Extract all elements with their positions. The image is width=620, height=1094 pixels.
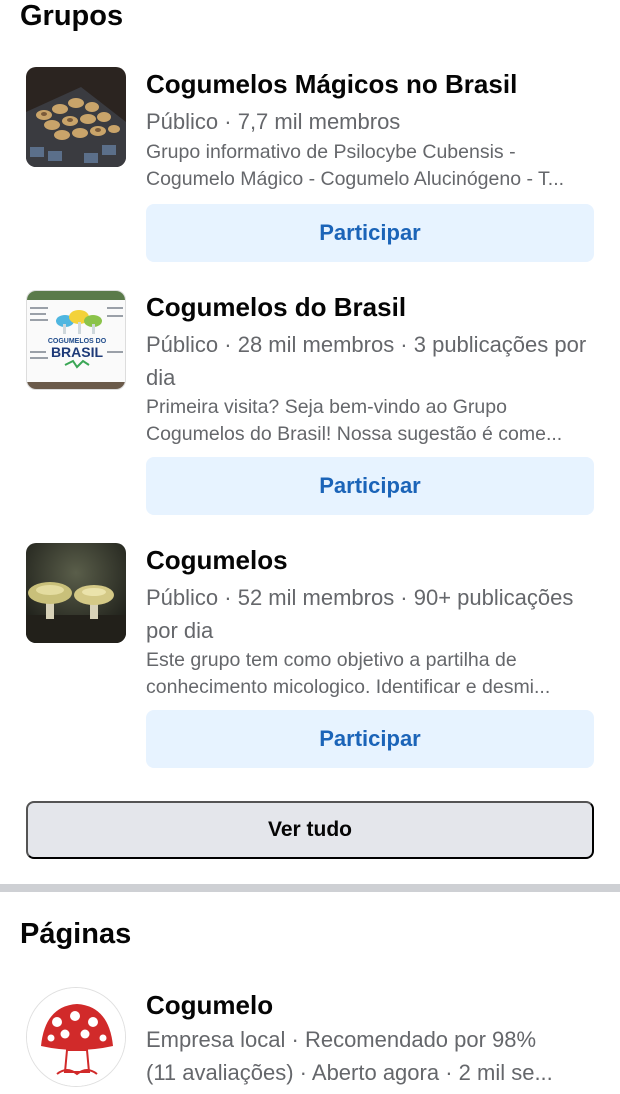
red-mushroom-logo-icon[interactable] (26, 987, 126, 1087)
join-group-button[interactable]: Participar (146, 710, 594, 768)
group-meta: Público · 7,7 mil membros (146, 109, 401, 134)
groups-section-title: Grupos (20, 0, 124, 32)
group-thumbnail-mushroom-tray[interactable] (26, 67, 126, 167)
join-group-button[interactable]: Participar (146, 204, 594, 262)
group-meta: Público · 52 mil membros · 90+ publicaçõ… (146, 585, 574, 643)
group-name[interactable]: Cogumelos (146, 545, 288, 576)
page-item[interactable]: Cogumelo Empresa local · Recomendado por… (0, 985, 620, 1094)
group-item[interactable]: Cogumelos Público · 52 mil membros · 90+… (0, 543, 620, 769)
logo-text-main: BRASIL (51, 344, 104, 360)
section-divider (0, 884, 620, 892)
see-all-groups-button[interactable]: Ver tudo (26, 801, 594, 859)
group-name[interactable]: Cogumelos Mágicos no Brasil (146, 69, 517, 100)
pages-section-title: Páginas (20, 918, 132, 950)
group-meta: Público · 28 mil membros · 3 publicações… (146, 332, 587, 390)
page-meta: Empresa local · Recomendado por 98% (11 … (146, 1027, 553, 1085)
join-group-button[interactable]: Participar (146, 457, 594, 515)
group-description: Grupo informativo de Psilocybe Cubensis … (146, 141, 565, 190)
group-name[interactable]: Cogumelos do Brasil (146, 292, 406, 323)
group-description: Primeira visita? Seja bem-vindo ao Grupo… (146, 396, 563, 445)
group-description: Este grupo tem como objetivo a partilha … (146, 649, 551, 698)
page-name[interactable]: Cogumelo (146, 990, 273, 1021)
group-item[interactable]: COGUMELOS DO BRASIL Cogumelos do Brasil … (0, 290, 620, 516)
group-item[interactable]: Cogumelos Mágicos no Brasil Público · 7,… (0, 67, 620, 267)
group-thumbnail-wild-mushrooms[interactable] (26, 543, 126, 643)
group-thumbnail-cogumelos-do-brasil[interactable]: COGUMELOS DO BRASIL (26, 290, 126, 390)
